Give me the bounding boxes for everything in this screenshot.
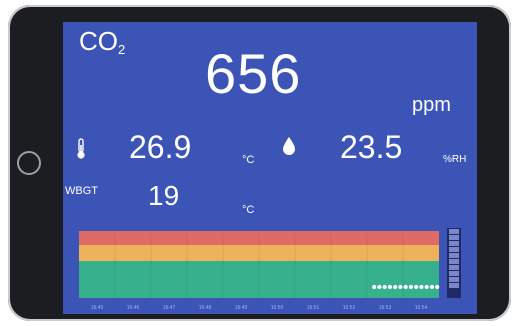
chart-x-tick-label: 16:48 (199, 305, 212, 311)
chart-x-tick-label: 16:54 (415, 305, 428, 311)
co2-value: 656 (205, 42, 302, 105)
tablet-frame: CO2 656 ppm 26.9 °C 23.5 %RH WBGT 19 °C … (0, 0, 519, 326)
chart-data-point (414, 284, 419, 290)
home-button[interactable] (17, 151, 41, 175)
chart-x-tick-label: 16:46 (127, 305, 140, 311)
wbgt-value: 19 (148, 180, 180, 211)
chart-data-point (403, 284, 408, 290)
co2-label: CO2 (79, 26, 126, 57)
chart-data-point (372, 284, 377, 290)
chart-x-tick-label: 16:51 (307, 305, 320, 311)
chart-data-point (419, 284, 424, 290)
chart-x-tick-label: 16:52 (343, 305, 356, 311)
co2-history-chart: 16:45 16:46 16:47 16:48 16:49 16:50 16:51 16:52… (79, 231, 440, 311)
wbgt-unit: °C (242, 204, 255, 216)
chart-data-point (382, 284, 387, 290)
chart-data-point (424, 284, 429, 290)
chart-x-tick-label: 16:47 (163, 305, 176, 311)
chart-x-tick-label: 16:53 (379, 305, 392, 311)
chart-data-point (398, 284, 403, 290)
chart-data-point (429, 284, 435, 290)
chart-data-point (408, 284, 414, 290)
humidity-unit: %RH (443, 154, 467, 165)
chart-data-point (435, 284, 440, 290)
thermometer-icon (77, 138, 85, 159)
humidity-value: 23.5 (340, 129, 403, 165)
co2-label-subscript: 2 (118, 42, 126, 57)
chart-x-tick-label: 16:45 (91, 305, 104, 311)
temperature-value: 26.9 (129, 129, 192, 165)
water-drop-icon (283, 137, 295, 155)
temperature-unit: °C (242, 154, 255, 166)
chart-x-tick-label: 16:49 (235, 305, 248, 311)
dashboard-screen: CO2 656 ppm 26.9 °C 23.5 %RH WBGT 19 °C … (63, 22, 477, 314)
chart-data-point (393, 284, 398, 290)
chart-data-point (377, 284, 382, 290)
chart-x-tick-label: 16:50 (271, 305, 284, 311)
co2-unit: ppm (412, 94, 451, 116)
wbgt-label: WBGT (65, 185, 98, 197)
chart-data-point (387, 284, 393, 290)
chart-legend-column (447, 228, 461, 298)
